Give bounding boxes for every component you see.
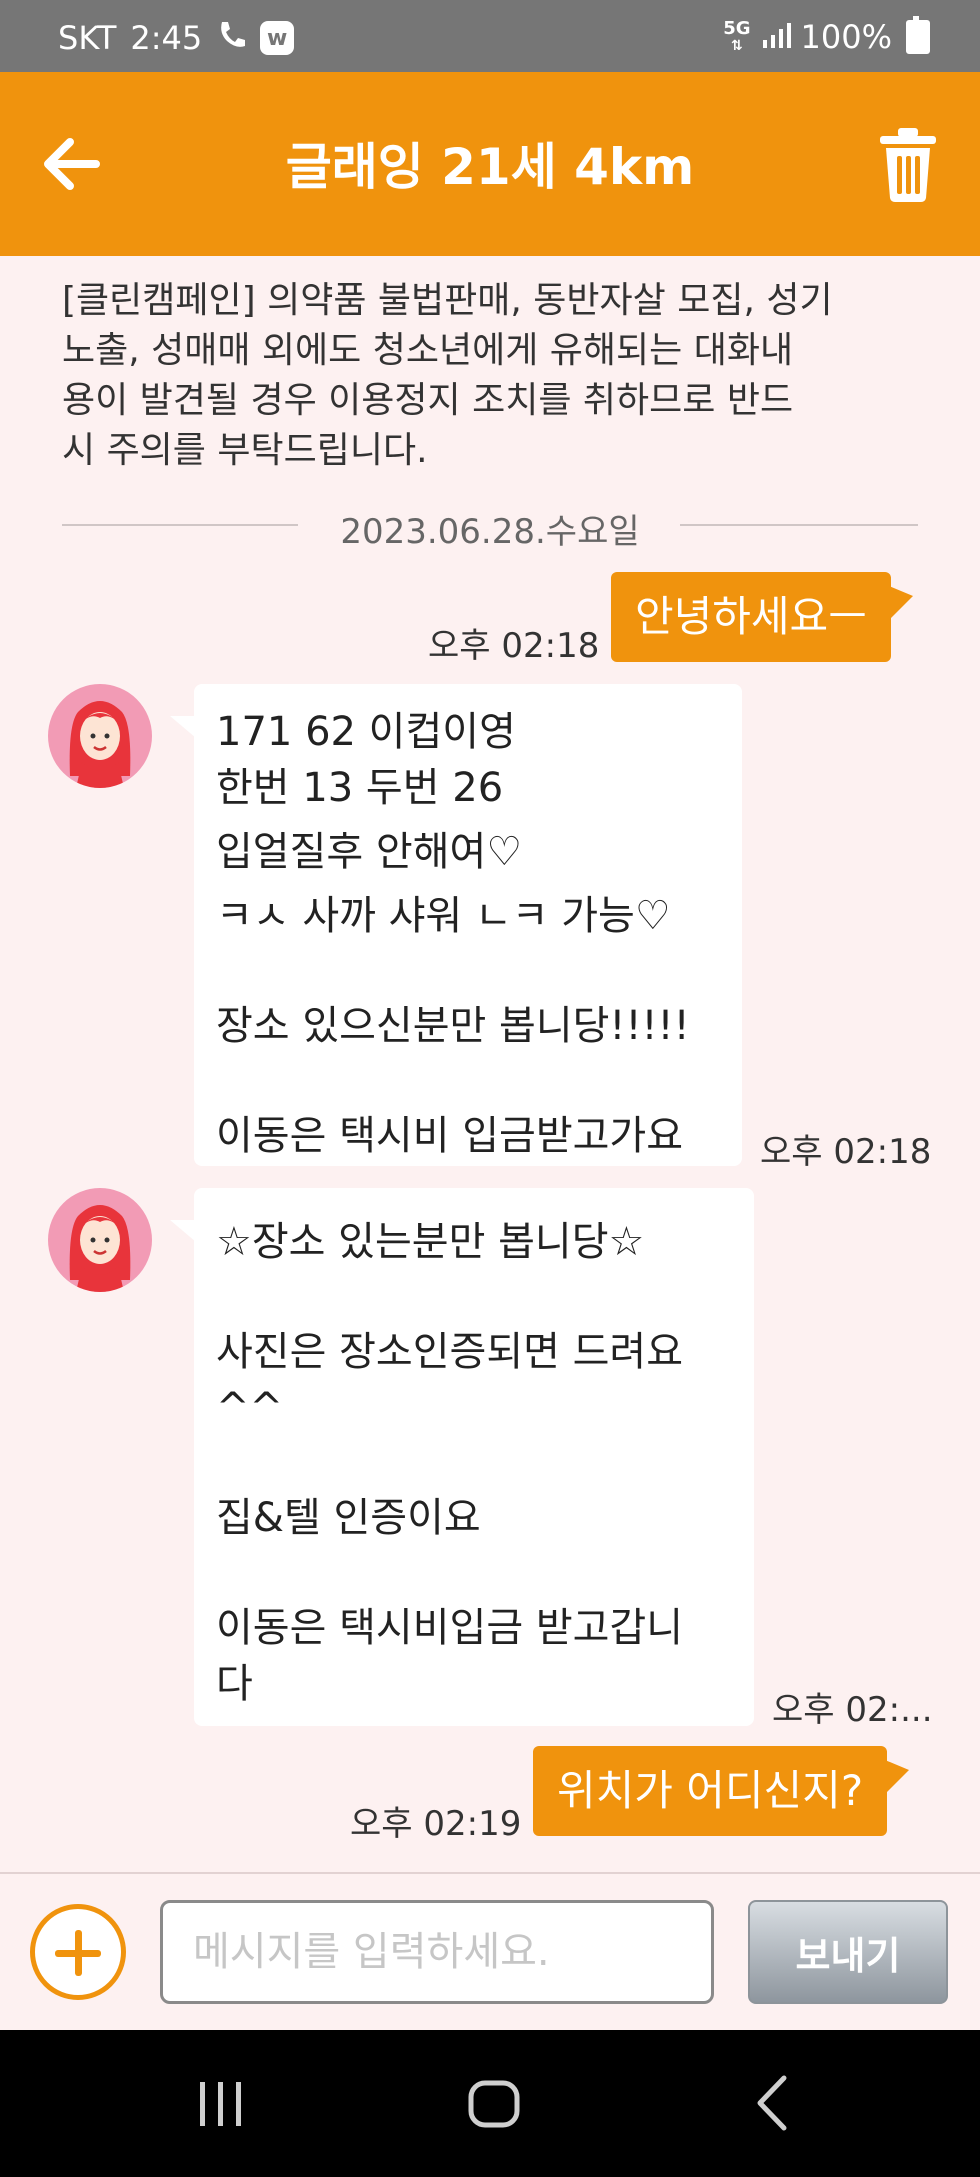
- message-text: 이동은 택시비 입금받고가요: [216, 1113, 684, 1159]
- incoming-message-bubble[interactable]: 171 62 이컵이영 한번 13 두번 26 입얼질후 안해여♡ ㅋㅅ 사까 …: [170, 684, 742, 1166]
- plus-circle-icon[interactable]: [30, 1904, 126, 2000]
- avatar-icon: [69, 1205, 131, 1292]
- message-input[interactable]: [160, 1900, 714, 2004]
- notice-line: 시 주의를 부탁드립니다.: [62, 430, 428, 471]
- message-text: [216, 1054, 720, 1108]
- incoming-message-bubble[interactable]: ☆장소 있는분만 봅니당☆ 사진은 장소인증되면 드려요 ^^ 집&텔 인증이요…: [170, 1188, 754, 1726]
- chat-title: 글래잉 21세 4km: [285, 138, 695, 196]
- date-separator: 2023.06.28.수요일: [62, 498, 918, 552]
- message-text: 위치가 어디신지?: [557, 1766, 864, 1815]
- home-icon[interactable]: [468, 2080, 520, 2128]
- message-text: [216, 1546, 732, 1600]
- avatar-icon: [69, 701, 131, 788]
- outgoing-message-bubble[interactable]: 위치가 어디신지?: [533, 1746, 910, 1836]
- message-text: [216, 944, 720, 998]
- notice-line: 용이 발견될 경우 이용정지 조치를 취하므로 반드: [62, 380, 794, 421]
- notice-line: 노출, 성매매 외에도 청소년에게 유해되는 대화내: [62, 330, 794, 371]
- message-text: 입얼질후 안해여♡: [216, 829, 523, 875]
- message-text: 한번 13 두번 26: [216, 765, 504, 811]
- date-label: 2023.06.28.수요일: [340, 512, 640, 552]
- battery-icon: [906, 16, 930, 54]
- message-time: 오후 02:19: [350, 1804, 522, 1844]
- clock: 2:45: [130, 19, 203, 57]
- message-text: ^^: [216, 1385, 284, 1431]
- message-text: 다: [216, 1661, 253, 1707]
- message-text: [216, 1270, 732, 1324]
- outgoing-message-bubble[interactable]: 안녕하세요ㅡ: [611, 572, 913, 662]
- avatar[interactable]: [48, 1188, 152, 1292]
- clean-campaign-notice: [클린캠페인] 의약품 불법판매, 동반자살 모집, 성기 노출, 성매매 외에…: [62, 276, 932, 476]
- message-text: 집&텔 인증이요: [216, 1495, 481, 1541]
- system-navigation-bar: [0, 2030, 980, 2177]
- recent-apps-icon[interactable]: [196, 2080, 246, 2128]
- message-text: ☆장소 있는분만 봅니당☆: [216, 1219, 645, 1265]
- notice-line: [클린캠페인] 의약품 불법판매, 동반자살 모집, 성기: [62, 280, 833, 321]
- carrier-label: SKT: [58, 19, 117, 57]
- message-time: 오후 02:18: [428, 626, 600, 666]
- battery-percent: 100%: [800, 18, 892, 56]
- delete-chat-button[interactable]: [876, 126, 940, 202]
- phone-call-icon: [216, 18, 246, 58]
- chat-header: 글래잉 21세 4km: [0, 72, 980, 256]
- send-button[interactable]: 보내기: [748, 1900, 948, 2004]
- message-text: [216, 1436, 732, 1490]
- status-bar: SKT 2:45 w 5G ⇅ 100%: [0, 0, 980, 72]
- back-chevron-icon[interactable]: [752, 2074, 790, 2132]
- app-notification-badge: w: [260, 21, 295, 55]
- signal-icon: [761, 18, 791, 56]
- message-text: 이동은 택시비입금 받고갑니: [216, 1605, 684, 1651]
- message-text: 171 62 이컵이영: [216, 709, 516, 755]
- avatar[interactable]: [48, 684, 152, 788]
- message-text: 안녕하세요ㅡ: [635, 592, 867, 641]
- message-text: 장소 있으신분만 봅니당!!!!!: [216, 1003, 690, 1049]
- message-time: 오후 02:...: [772, 1690, 933, 1730]
- message-composer: 보내기: [0, 1874, 980, 2030]
- message-time: 오후 02:18: [760, 1132, 932, 1172]
- message-text: ㅋㅅ 사까 샤워 ㄴㅋ 가능♡: [216, 893, 671, 939]
- network-5g-icon: 5G ⇅: [723, 17, 751, 54]
- trash-icon: [880, 128, 936, 202]
- message-text: 사진은 장소인증되면 드려요: [216, 1329, 684, 1375]
